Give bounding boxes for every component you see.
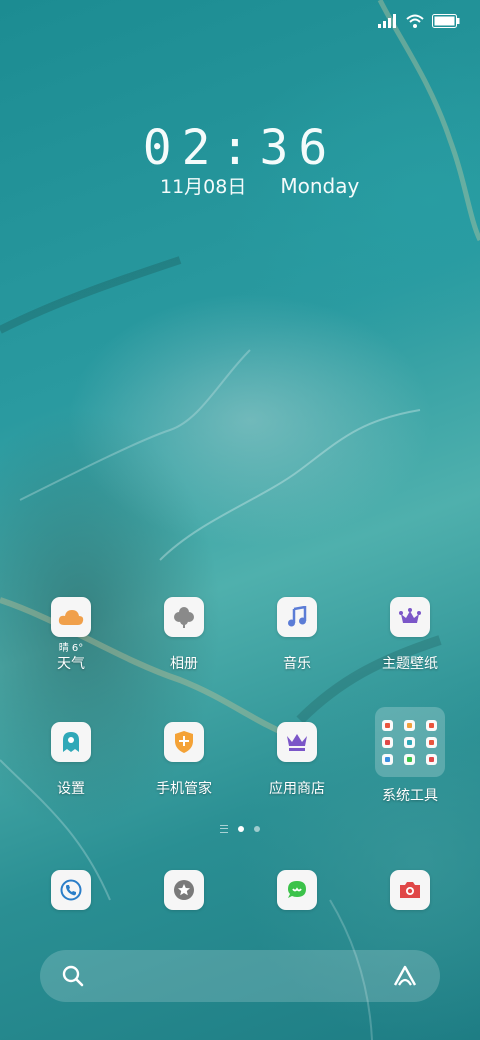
folder-icon [375,707,445,777]
store-tile [277,722,317,762]
store-crown-icon [287,734,307,751]
crown-icon [399,608,421,623]
phone-manager-tile [164,722,204,762]
signal-icon [378,14,396,28]
assistant-icon[interactable] [392,964,418,988]
music-tile [277,597,317,637]
weather-condition: 晴 [58,643,69,654]
camera-tile [390,870,430,910]
phone-tile [51,870,91,910]
weather-summary: 晴 6° [15,639,127,654]
app-label: 相册 [170,656,198,672]
mini-app-icon [426,753,437,765]
dock-favorites[interactable] [128,870,240,910]
mini-app-icon [404,736,415,748]
weather-tile [51,597,91,637]
clock-widget[interactable]: 02:36 [0,120,480,176]
settings-ghost-icon [63,732,79,752]
page-dot[interactable] [254,826,260,832]
mini-app-icon [382,719,393,731]
camera-icon [400,882,420,898]
app-store[interactable]: 应用商店 [241,722,353,798]
dock-phone[interactable] [15,870,127,910]
page-indicator-list[interactable] [220,825,228,833]
star-badge-icon [174,880,194,900]
wifi-icon [406,14,424,28]
music-note-icon [288,606,307,627]
app-phone-manager[interactable]: 手机管家 [128,722,240,798]
settings-tile [51,722,91,762]
themes-tile [390,597,430,637]
status-bar [378,12,460,30]
search-bar[interactable] [40,950,440,1002]
messages-tile [277,870,317,910]
app-label: 系统工具 [382,788,438,804]
clock-day: Monday [280,174,360,198]
app-label: 天气 [57,656,85,672]
page-indicator[interactable] [0,825,480,833]
clock-time: 02:36 [142,120,338,176]
weather-cloud-icon [58,610,84,625]
favorites-tile [164,870,204,910]
app-gallery[interactable]: 相册 [128,597,240,673]
message-icon [288,881,306,898]
search-icon[interactable] [62,965,84,987]
page-dot-active[interactable] [238,826,244,832]
phone-icon [60,879,82,901]
app-label: 音乐 [283,656,311,672]
app-themes[interactable]: 主题壁纸 [354,597,466,673]
dock-camera[interactable] [354,870,466,910]
mini-app-icon [382,736,393,748]
weather-temperature: 6° [71,643,84,654]
clock-date: 11月08日 [160,176,247,198]
mini-app-icon [426,719,437,731]
mini-app-icon [426,736,437,748]
shield-plus-icon [175,731,193,753]
app-settings[interactable]: 设置 [15,722,127,798]
mini-app-icon [404,753,415,765]
app-weather[interactable]: 晴 6° 天气 [15,597,127,673]
folder-system-tools[interactable]: 系统工具 [354,707,466,805]
mini-app-icon [382,753,393,765]
clock-date-row: 11月08日 Monday [160,172,359,199]
app-label: 主题壁纸 [382,656,438,672]
app-music[interactable]: 音乐 [241,597,353,673]
dock-messages[interactable] [241,870,353,910]
app-label: 设置 [57,781,85,797]
mini-app-icon [404,719,415,731]
app-label: 手机管家 [156,781,212,797]
app-label: 应用商店 [269,781,325,797]
gallery-tile [164,597,204,637]
battery-icon [432,14,460,28]
clover-icon [174,607,194,628]
